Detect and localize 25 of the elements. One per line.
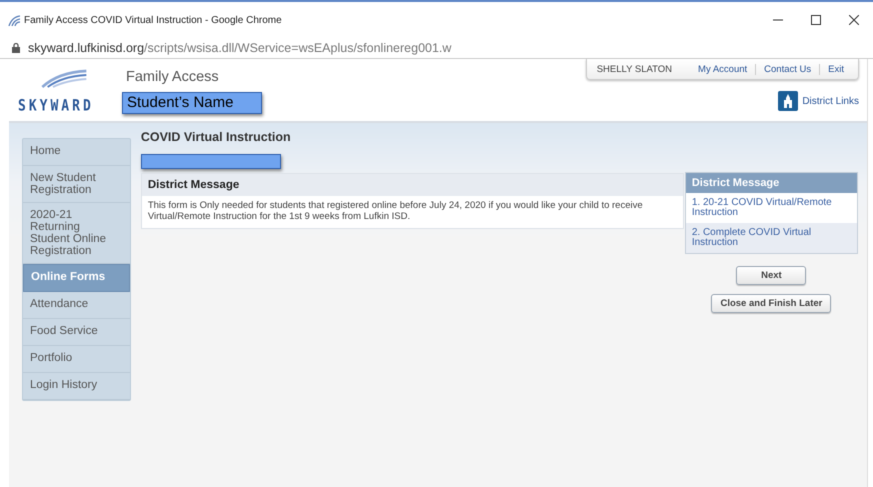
sidebar-item[interactable]: Home [23, 139, 130, 166]
sidebar-item[interactable]: Portfolio [23, 346, 130, 373]
header-link[interactable]: Contact Us [755, 64, 820, 74]
address-bar-url[interactable]: skyward.lufkinisd.org/scripts/wsisa.dll/WService=wsEAplus/sfonlinereg001.w [28, 41, 452, 55]
student-name-label: Student’s Name [122, 92, 262, 114]
message-text: This form is Only needed for students that registered online before July 24, 2020 if you would like your child to receive Virtual/Remote Instruction for the 1st 9 weeks from Lufkin ISD. [146, 199, 644, 224]
steps-title: District Message [686, 173, 857, 193]
step-link[interactable]: 1. 20-21 COVID Virtual/Remote Instruction [686, 193, 857, 223]
sidebar-item[interactable]: Food Service [23, 319, 130, 346]
sidebar-item[interactable]: Attendance [23, 292, 130, 319]
page-title: COVID Virtual Instruction [140, 130, 292, 146]
sidebar-item[interactable]: Login History [23, 373, 130, 400]
step-link[interactable]: 2. Complete COVID Virtual Instruction [686, 223, 857, 253]
message-title: District Message [142, 174, 683, 196]
app-name: Family Access [126, 69, 219, 85]
window-title: Family Access COVID Virtual Instruction - Google Chrome [24, 14, 283, 26]
sidebar-item[interactable]: Online Forms [23, 264, 130, 292]
user-name: SHELLY SLATON [596, 64, 674, 74]
close-and-finish-later-button[interactable]: Close and Finish Later [711, 294, 832, 313]
header-link[interactable]: Exit [819, 64, 852, 74]
logo-wordmark: SKYWARD [18, 98, 95, 116]
header-link[interactable]: My Account [690, 64, 756, 74]
district-links-link[interactable]: District Links [778, 91, 859, 111]
next-button[interactable]: Next [736, 266, 806, 285]
sidebar-item[interactable]: New Student Registration [23, 166, 130, 203]
